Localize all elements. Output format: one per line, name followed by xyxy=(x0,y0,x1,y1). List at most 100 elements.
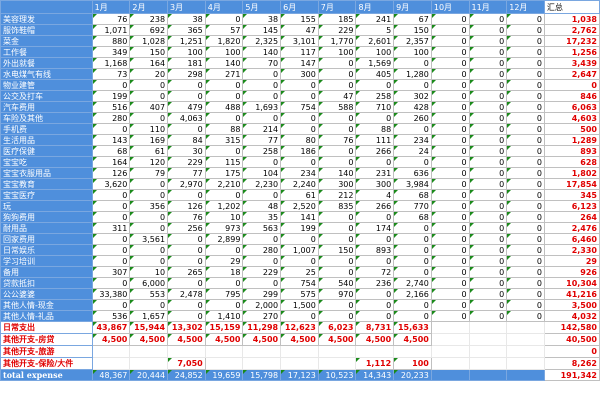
value-cell[interactable]: 3,101 xyxy=(280,35,319,47)
total-cell[interactable]: 191,342 xyxy=(543,369,600,381)
value-cell[interactable]: 38 xyxy=(167,13,206,25)
value-cell[interactable]: 2,899 xyxy=(204,233,244,245)
total-cell[interactable]: 2,762 xyxy=(543,24,600,36)
value-cell[interactable]: 0 xyxy=(242,112,282,124)
value-cell[interactable]: 25 xyxy=(280,266,319,278)
value-cell[interactable]: 4 xyxy=(355,189,395,201)
month-header[interactable]: 7月 xyxy=(317,0,357,14)
value-cell[interactable]: 1,820 xyxy=(204,35,244,47)
month-header[interactable]: 1月 xyxy=(91,0,131,14)
category-cell[interactable]: 日常支出 xyxy=(0,321,93,334)
value-cell[interactable]: 1,028 xyxy=(129,35,169,47)
value-cell[interactable]: 256 xyxy=(167,222,206,234)
value-cell[interactable]: 0 xyxy=(129,90,169,102)
value-cell[interactable]: 150 xyxy=(393,24,432,36)
value-cell[interactable]: 575 xyxy=(280,288,319,300)
value-cell[interactable]: 175 xyxy=(204,167,244,179)
category-cell[interactable]: 玩 xyxy=(0,200,93,212)
value-cell[interactable]: 77 xyxy=(167,167,206,179)
value-cell[interactable]: 0 xyxy=(91,277,131,289)
value-cell[interactable]: 0 xyxy=(317,266,357,278)
value-cell[interactable]: 231 xyxy=(355,167,395,179)
value-cell[interactable]: 72 xyxy=(355,266,395,278)
value-cell[interactable]: 140 xyxy=(204,57,244,69)
value-cell[interactable]: 1,007 xyxy=(280,244,319,256)
value-cell[interactable]: 185 xyxy=(317,13,357,25)
value-cell[interactable] xyxy=(506,333,545,346)
value-cell[interactable]: 143 xyxy=(91,134,131,146)
value-cell[interactable]: 0 xyxy=(204,13,244,25)
value-cell[interactable]: 795 xyxy=(204,288,244,300)
value-cell[interactable]: 563 xyxy=(242,222,282,234)
value-cell[interactable]: 88 xyxy=(204,123,244,135)
value-cell[interactable]: 0 xyxy=(506,178,545,190)
value-cell[interactable] xyxy=(167,345,206,358)
value-cell[interactable] xyxy=(317,357,357,370)
total-cell[interactable]: 4,603 xyxy=(543,112,600,124)
value-cell[interactable]: 0 xyxy=(468,123,508,135)
total-cell[interactable]: 40,500 xyxy=(543,333,600,346)
value-cell[interactable]: 0 xyxy=(506,13,545,25)
category-cell[interactable]: 医疗保健 xyxy=(0,145,93,157)
value-cell[interactable]: 0 xyxy=(430,134,470,146)
value-cell[interactable]: 234 xyxy=(280,167,319,179)
value-cell[interactable]: 0 xyxy=(355,156,395,168)
value-cell[interactable]: 47 xyxy=(280,24,319,36)
value-cell[interactable]: 0 xyxy=(393,299,432,311)
value-cell[interactable]: 2,601 xyxy=(355,35,395,47)
value-cell[interactable]: 0 xyxy=(317,156,357,168)
value-cell[interactable]: 0 xyxy=(468,46,508,58)
value-cell[interactable]: 24,852 xyxy=(167,369,206,381)
value-cell[interactable]: 298 xyxy=(167,68,206,80)
value-cell[interactable]: 300 xyxy=(280,68,319,80)
value-cell[interactable]: 1,693 xyxy=(242,101,282,113)
value-cell[interactable]: 155 xyxy=(280,13,319,25)
value-cell[interactable]: 2,000 xyxy=(242,299,282,311)
value-cell[interactable]: 1,112 xyxy=(355,357,395,370)
value-cell[interactable]: 126 xyxy=(167,200,206,212)
month-header[interactable]: 5月 xyxy=(242,0,282,14)
value-cell[interactable]: 0 xyxy=(430,211,470,223)
value-cell[interactable]: 0 xyxy=(393,79,432,91)
value-cell[interactable]: 0 xyxy=(468,200,508,212)
value-cell[interactable]: 0 xyxy=(468,233,508,245)
category-cell[interactable]: 菜金 xyxy=(0,35,93,47)
value-cell[interactable]: 0 xyxy=(430,277,470,289)
value-cell[interactable]: 0 xyxy=(430,178,470,190)
value-cell[interactable]: 0 xyxy=(468,57,508,69)
value-cell[interactable]: 229 xyxy=(167,156,206,168)
value-cell[interactable]: 0 xyxy=(204,90,244,102)
value-cell[interactable] xyxy=(468,345,508,358)
value-cell[interactable]: 710 xyxy=(355,101,395,113)
value-cell[interactable]: 0 xyxy=(430,189,470,201)
value-cell[interactable]: 0 xyxy=(430,266,470,278)
category-cell[interactable]: 耐用品 xyxy=(0,222,93,234)
total-cell[interactable]: 2,330 xyxy=(543,244,600,256)
value-cell[interactable]: 0 xyxy=(430,255,470,267)
value-cell[interactable]: 516 xyxy=(91,101,131,113)
value-cell[interactable]: 38 xyxy=(242,13,282,25)
value-cell[interactable]: 10 xyxy=(204,211,244,223)
value-cell[interactable]: 0 xyxy=(430,46,470,58)
value-cell[interactable]: 266 xyxy=(355,200,395,212)
value-cell[interactable]: 15,633 xyxy=(393,321,432,334)
value-cell[interactable]: 0 xyxy=(468,277,508,289)
value-cell[interactable]: 18 xyxy=(204,266,244,278)
value-cell[interactable]: 0 xyxy=(468,244,508,256)
value-cell[interactable]: 0 xyxy=(506,134,545,146)
value-cell[interactable]: 0 xyxy=(204,189,244,201)
value-cell[interactable]: 0 xyxy=(430,90,470,102)
category-cell[interactable]: total expense xyxy=(0,369,93,381)
value-cell[interactable]: 104 xyxy=(242,167,282,179)
value-cell[interactable]: 0 xyxy=(167,189,206,201)
value-cell[interactable]: 84 xyxy=(167,134,206,146)
value-cell[interactable]: 0 xyxy=(317,211,357,223)
value-cell[interactable]: 0 xyxy=(506,244,545,256)
value-cell[interactable]: 199 xyxy=(280,222,319,234)
value-cell[interactable] xyxy=(506,321,545,334)
value-cell[interactable]: 76 xyxy=(91,13,131,25)
total-cell[interactable]: 6,123 xyxy=(543,200,600,212)
value-cell[interactable]: 365 xyxy=(167,24,206,36)
value-cell[interactable]: 10 xyxy=(129,266,169,278)
value-cell[interactable]: 100 xyxy=(393,357,432,370)
